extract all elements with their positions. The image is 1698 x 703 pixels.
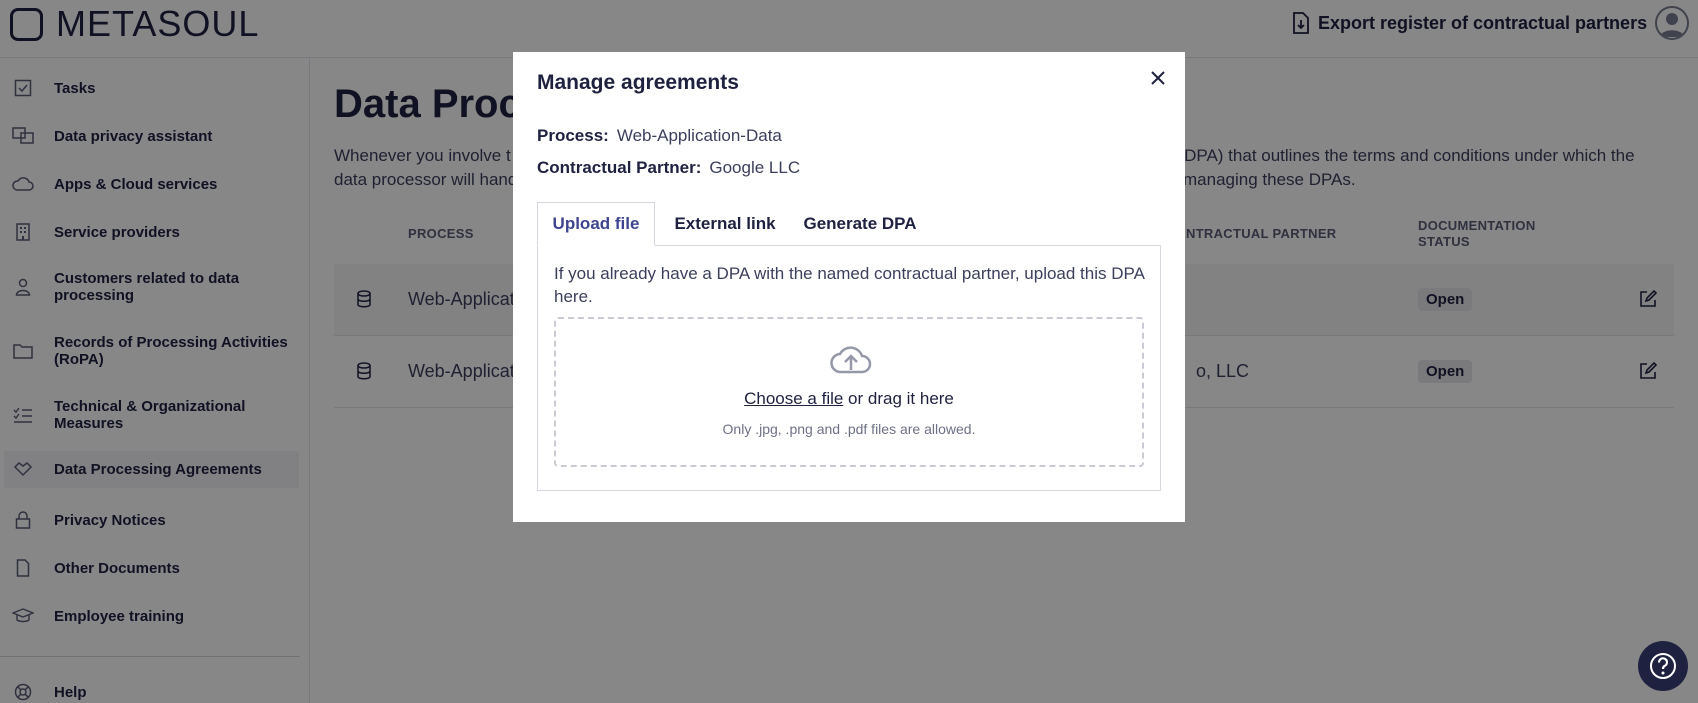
help-button[interactable] (1638, 641, 1688, 691)
manage-agreements-modal: Manage agreements Process: Web-Applicatio… (513, 52, 1185, 522)
question-icon (1650, 653, 1676, 679)
upload-panel: If you already have a DPA with the named… (537, 245, 1161, 491)
cloud-upload-icon (830, 343, 872, 380)
tab-generate-dpa[interactable]: Generate DPA (795, 202, 925, 246)
partner-info: Contractual Partner: Google LLC (537, 158, 800, 178)
tab-upload-file[interactable]: Upload file (537, 202, 655, 246)
tab-external-link[interactable]: External link (665, 202, 785, 246)
allowed-file-types: Only .jpg, .png and .pdf files are allow… (722, 421, 976, 437)
modal-title: Manage agreements (537, 71, 739, 94)
drop-instruction: Choose a file or drag it here (556, 389, 1142, 409)
close-button[interactable] (1146, 66, 1170, 90)
upload-instructions: If you already have a DPA with the named… (554, 264, 1144, 306)
partner-label: Contractual Partner: (537, 158, 702, 177)
process-label: Process: (537, 126, 609, 145)
file-dropzone[interactable]: Choose a file or drag it here Only .jpg,… (554, 317, 1144, 467)
drag-text: or drag it here (843, 389, 954, 408)
choose-file-link[interactable]: Choose a file (744, 389, 843, 408)
process-value: Web-Application-Data (616, 126, 782, 145)
process-info: Process: Web-Application-Data (537, 126, 782, 146)
close-icon (1151, 71, 1165, 85)
partner-value: Google LLC (709, 158, 801, 177)
agreement-tabs: Upload file External link Generate DPA (537, 202, 1161, 246)
